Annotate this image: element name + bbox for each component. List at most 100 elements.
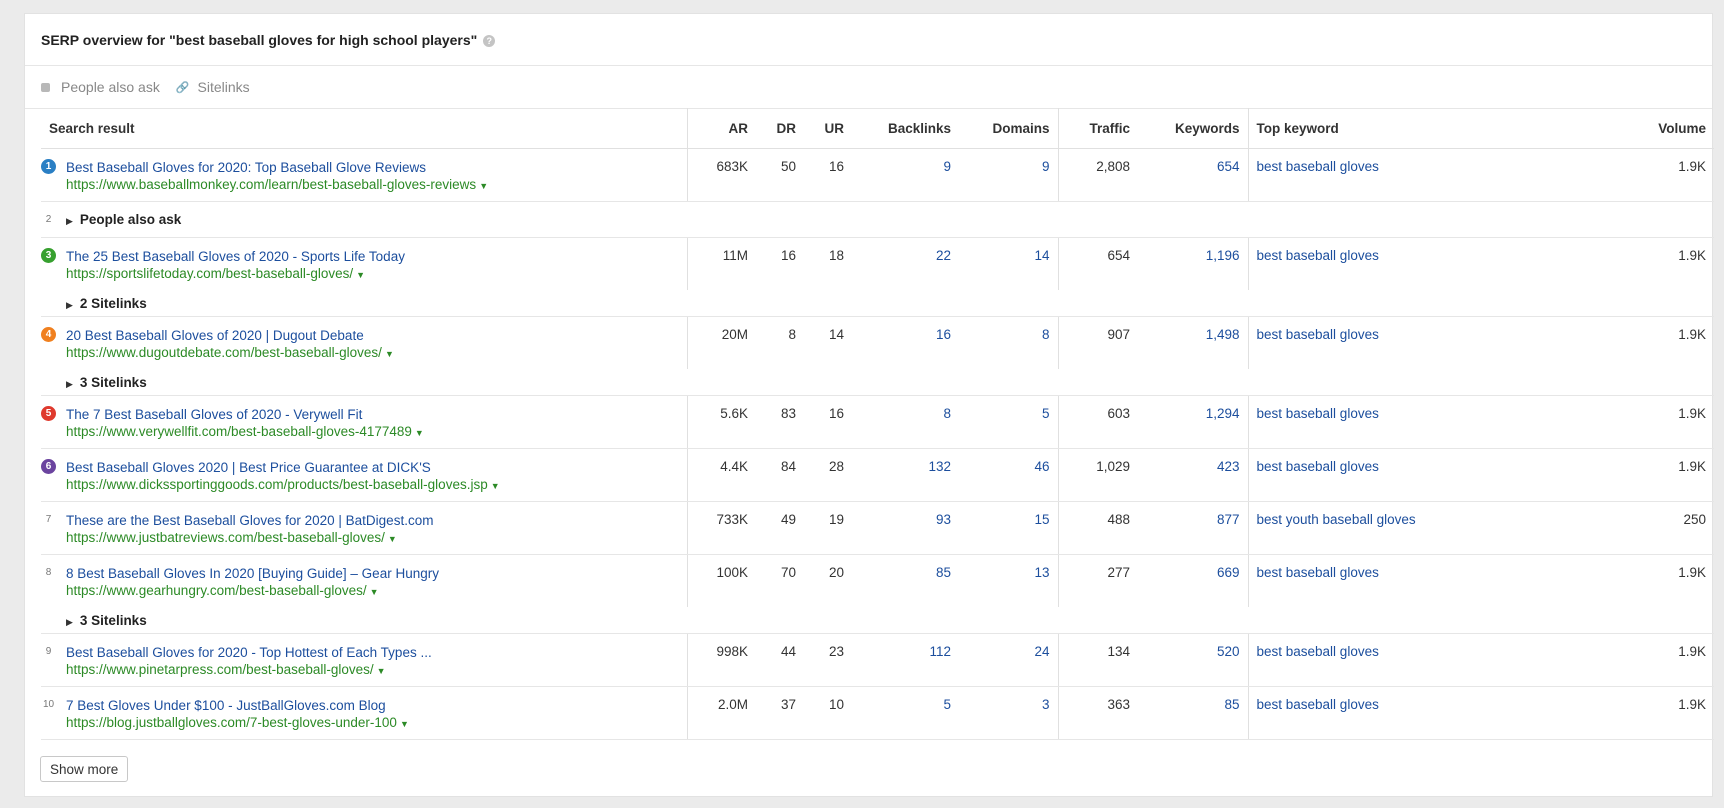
- col-volume[interactable]: Volume: [1502, 108, 1714, 149]
- keywords-link[interactable]: 669: [1138, 555, 1248, 608]
- position-badge: 6: [41, 459, 56, 474]
- result-url-text: https://blog.justballgloves.com/7-best-g…: [66, 715, 397, 730]
- result-url[interactable]: https://www.dugoutdebate.com/best-baseba…: [66, 344, 679, 363]
- caret-right-icon[interactable]: ▶: [66, 379, 73, 389]
- top-keyword-link[interactable]: best baseball gloves: [1247, 316, 1502, 369]
- result-title-link[interactable]: Best Baseball Gloves for 2020: Top Baseb…: [66, 159, 679, 176]
- top-keyword-link[interactable]: best baseball gloves: [1247, 237, 1502, 290]
- backlinks-link[interactable]: 132: [852, 448, 959, 502]
- show-more-button[interactable]: Show more: [40, 756, 129, 782]
- result-url-text: https://www.gearhungry.com/best-baseball…: [66, 583, 367, 598]
- top-keyword-link[interactable]: best baseball gloves: [1247, 686, 1502, 740]
- question-box-icon: [41, 82, 50, 92]
- col-ar[interactable]: AR: [686, 108, 756, 149]
- result-url[interactable]: https://blog.justballgloves.com/7-best-g…: [66, 714, 679, 733]
- chevron-down-icon[interactable]: ▼: [377, 666, 386, 676]
- backlinks-link[interactable]: 9: [852, 148, 959, 202]
- domains-link[interactable]: 13: [959, 555, 1058, 608]
- result-url[interactable]: https://www.pinetarpress.com/best-baseba…: [66, 661, 679, 680]
- traffic-cell: 907: [1057, 316, 1138, 369]
- keywords-link[interactable]: 1,498: [1138, 317, 1248, 370]
- top-keyword-link[interactable]: best baseball gloves: [1247, 395, 1502, 449]
- result-url[interactable]: https://sportslifetoday.com/best-basebal…: [66, 265, 679, 284]
- sitelinks-toggle[interactable]: 3 Sitelinks: [80, 375, 147, 390]
- top-keyword-link[interactable]: best baseball gloves: [1247, 633, 1502, 687]
- col-keywords[interactable]: Keywords: [1138, 108, 1248, 149]
- result-url[interactable]: https://www.baseballmonkey.com/learn/bes…: [66, 176, 679, 195]
- people-also-ask-toggle[interactable]: People also ask: [80, 212, 181, 227]
- result-title-link[interactable]: Best Baseball Gloves 2020 | Best Price G…: [66, 459, 679, 476]
- result-title-link[interactable]: 8 Best Baseball Gloves In 2020 [Buying G…: [66, 565, 679, 582]
- chevron-down-icon[interactable]: ▼: [491, 481, 500, 491]
- sitelinks-toggle[interactable]: 3 Sitelinks: [80, 613, 147, 628]
- keywords-link[interactable]: 1,294: [1138, 395, 1248, 449]
- result-title-link[interactable]: The 25 Best Baseball Gloves of 2020 - Sp…: [66, 248, 679, 265]
- keywords-link[interactable]: 423: [1138, 448, 1248, 502]
- chevron-down-icon[interactable]: ▼: [479, 181, 488, 191]
- help-icon[interactable]: ?: [483, 34, 496, 47]
- result-title-link[interactable]: 7 Best Gloves Under $100 - JustBallGlove…: [66, 697, 679, 714]
- backlinks-link[interactable]: 93: [852, 501, 959, 555]
- chevron-down-icon[interactable]: ▼: [385, 349, 394, 359]
- result-title-link[interactable]: 20 Best Baseball Gloves of 2020 | Dugout…: [66, 327, 679, 344]
- dr-cell: 49: [756, 501, 804, 555]
- backlinks-link[interactable]: 8: [852, 395, 959, 449]
- sitelinks-row[interactable]: ▶ 3 Sitelinks: [41, 607, 1714, 634]
- domains-link[interactable]: 15: [959, 501, 1058, 555]
- caret-right-icon[interactable]: ▶: [66, 216, 73, 226]
- caret-right-icon[interactable]: ▶: [66, 617, 73, 627]
- backlinks-link[interactable]: 112: [852, 633, 959, 687]
- sitelinks-toggle[interactable]: 2 Sitelinks: [80, 296, 147, 311]
- keywords-link[interactable]: 877: [1138, 501, 1248, 555]
- chevron-down-icon[interactable]: ▼: [400, 719, 409, 729]
- top-keyword-link[interactable]: best baseball gloves: [1247, 448, 1502, 502]
- link-icon: 🔗: [175, 81, 190, 94]
- col-top-keyword[interactable]: Top keyword: [1247, 108, 1502, 149]
- col-ur[interactable]: UR: [804, 108, 852, 149]
- result-url[interactable]: https://www.dickssportinggoods.com/produ…: [66, 476, 679, 495]
- result-url[interactable]: https://www.justbatreviews.com/best-base…: [66, 529, 679, 548]
- keywords-link[interactable]: 85: [1138, 686, 1248, 740]
- col-dr[interactable]: DR: [756, 108, 804, 149]
- ar-cell: 4.4K: [686, 448, 756, 502]
- col-search-result[interactable]: Search result: [41, 108, 687, 149]
- top-keyword-link[interactable]: best baseball gloves: [1247, 148, 1502, 202]
- chevron-down-icon[interactable]: ▼: [415, 428, 424, 438]
- col-domains[interactable]: Domains: [959, 108, 1058, 149]
- backlinks-link[interactable]: 85: [852, 555, 959, 608]
- domains-link[interactable]: 9: [959, 148, 1058, 202]
- backlinks-link[interactable]: 5: [852, 686, 959, 740]
- keywords-link[interactable]: 654: [1138, 148, 1248, 202]
- sitelinks-row[interactable]: ▶ 2 Sitelinks: [41, 290, 1714, 317]
- domains-link[interactable]: 46: [959, 448, 1058, 502]
- domains-link[interactable]: 5: [959, 395, 1058, 449]
- chevron-down-icon[interactable]: ▼: [356, 270, 365, 280]
- keywords-link[interactable]: 1,196: [1138, 238, 1248, 291]
- serp-table: Search result AR DR UR Backlinks Domains…: [41, 108, 1714, 740]
- top-keyword-link[interactable]: best youth baseball gloves: [1247, 501, 1502, 555]
- col-traffic[interactable]: Traffic: [1057, 108, 1138, 149]
- domains-link[interactable]: 8: [959, 317, 1058, 370]
- chevron-down-icon[interactable]: ▼: [370, 587, 379, 597]
- people-also-ask-row[interactable]: 2 ▶ People also ask: [41, 201, 1714, 238]
- result-url[interactable]: https://www.gearhungry.com/best-baseball…: [66, 582, 679, 601]
- caret-right-icon[interactable]: ▶: [66, 300, 73, 310]
- domains-link[interactable]: 24: [959, 633, 1058, 687]
- people-also-ask-filter[interactable]: People also ask: [41, 79, 160, 95]
- position-badge: 3: [41, 248, 56, 263]
- backlinks-link[interactable]: 16: [852, 317, 959, 370]
- domains-link[interactable]: 14: [959, 238, 1058, 291]
- result-title-link[interactable]: These are the Best Baseball Gloves for 2…: [66, 512, 679, 529]
- result-title-link[interactable]: The 7 Best Baseball Gloves of 2020 - Ver…: [66, 406, 679, 423]
- backlinks-link[interactable]: 22: [852, 238, 959, 291]
- result-title-link[interactable]: Best Baseball Gloves for 2020 - Top Hott…: [66, 644, 679, 661]
- domains-link[interactable]: 3: [959, 686, 1058, 740]
- col-backlinks[interactable]: Backlinks: [852, 108, 959, 149]
- result-url[interactable]: https://www.verywellfit.com/best-basebal…: [66, 423, 679, 442]
- keywords-link[interactable]: 520: [1138, 633, 1248, 687]
- ur-cell: 20: [828, 565, 844, 580]
- sitelinks-filter[interactable]: 🔗 Sitelinks: [176, 79, 250, 95]
- top-keyword-link[interactable]: best baseball gloves: [1247, 554, 1502, 607]
- sitelinks-row[interactable]: ▶ 3 Sitelinks: [41, 369, 1714, 396]
- chevron-down-icon[interactable]: ▼: [388, 534, 397, 544]
